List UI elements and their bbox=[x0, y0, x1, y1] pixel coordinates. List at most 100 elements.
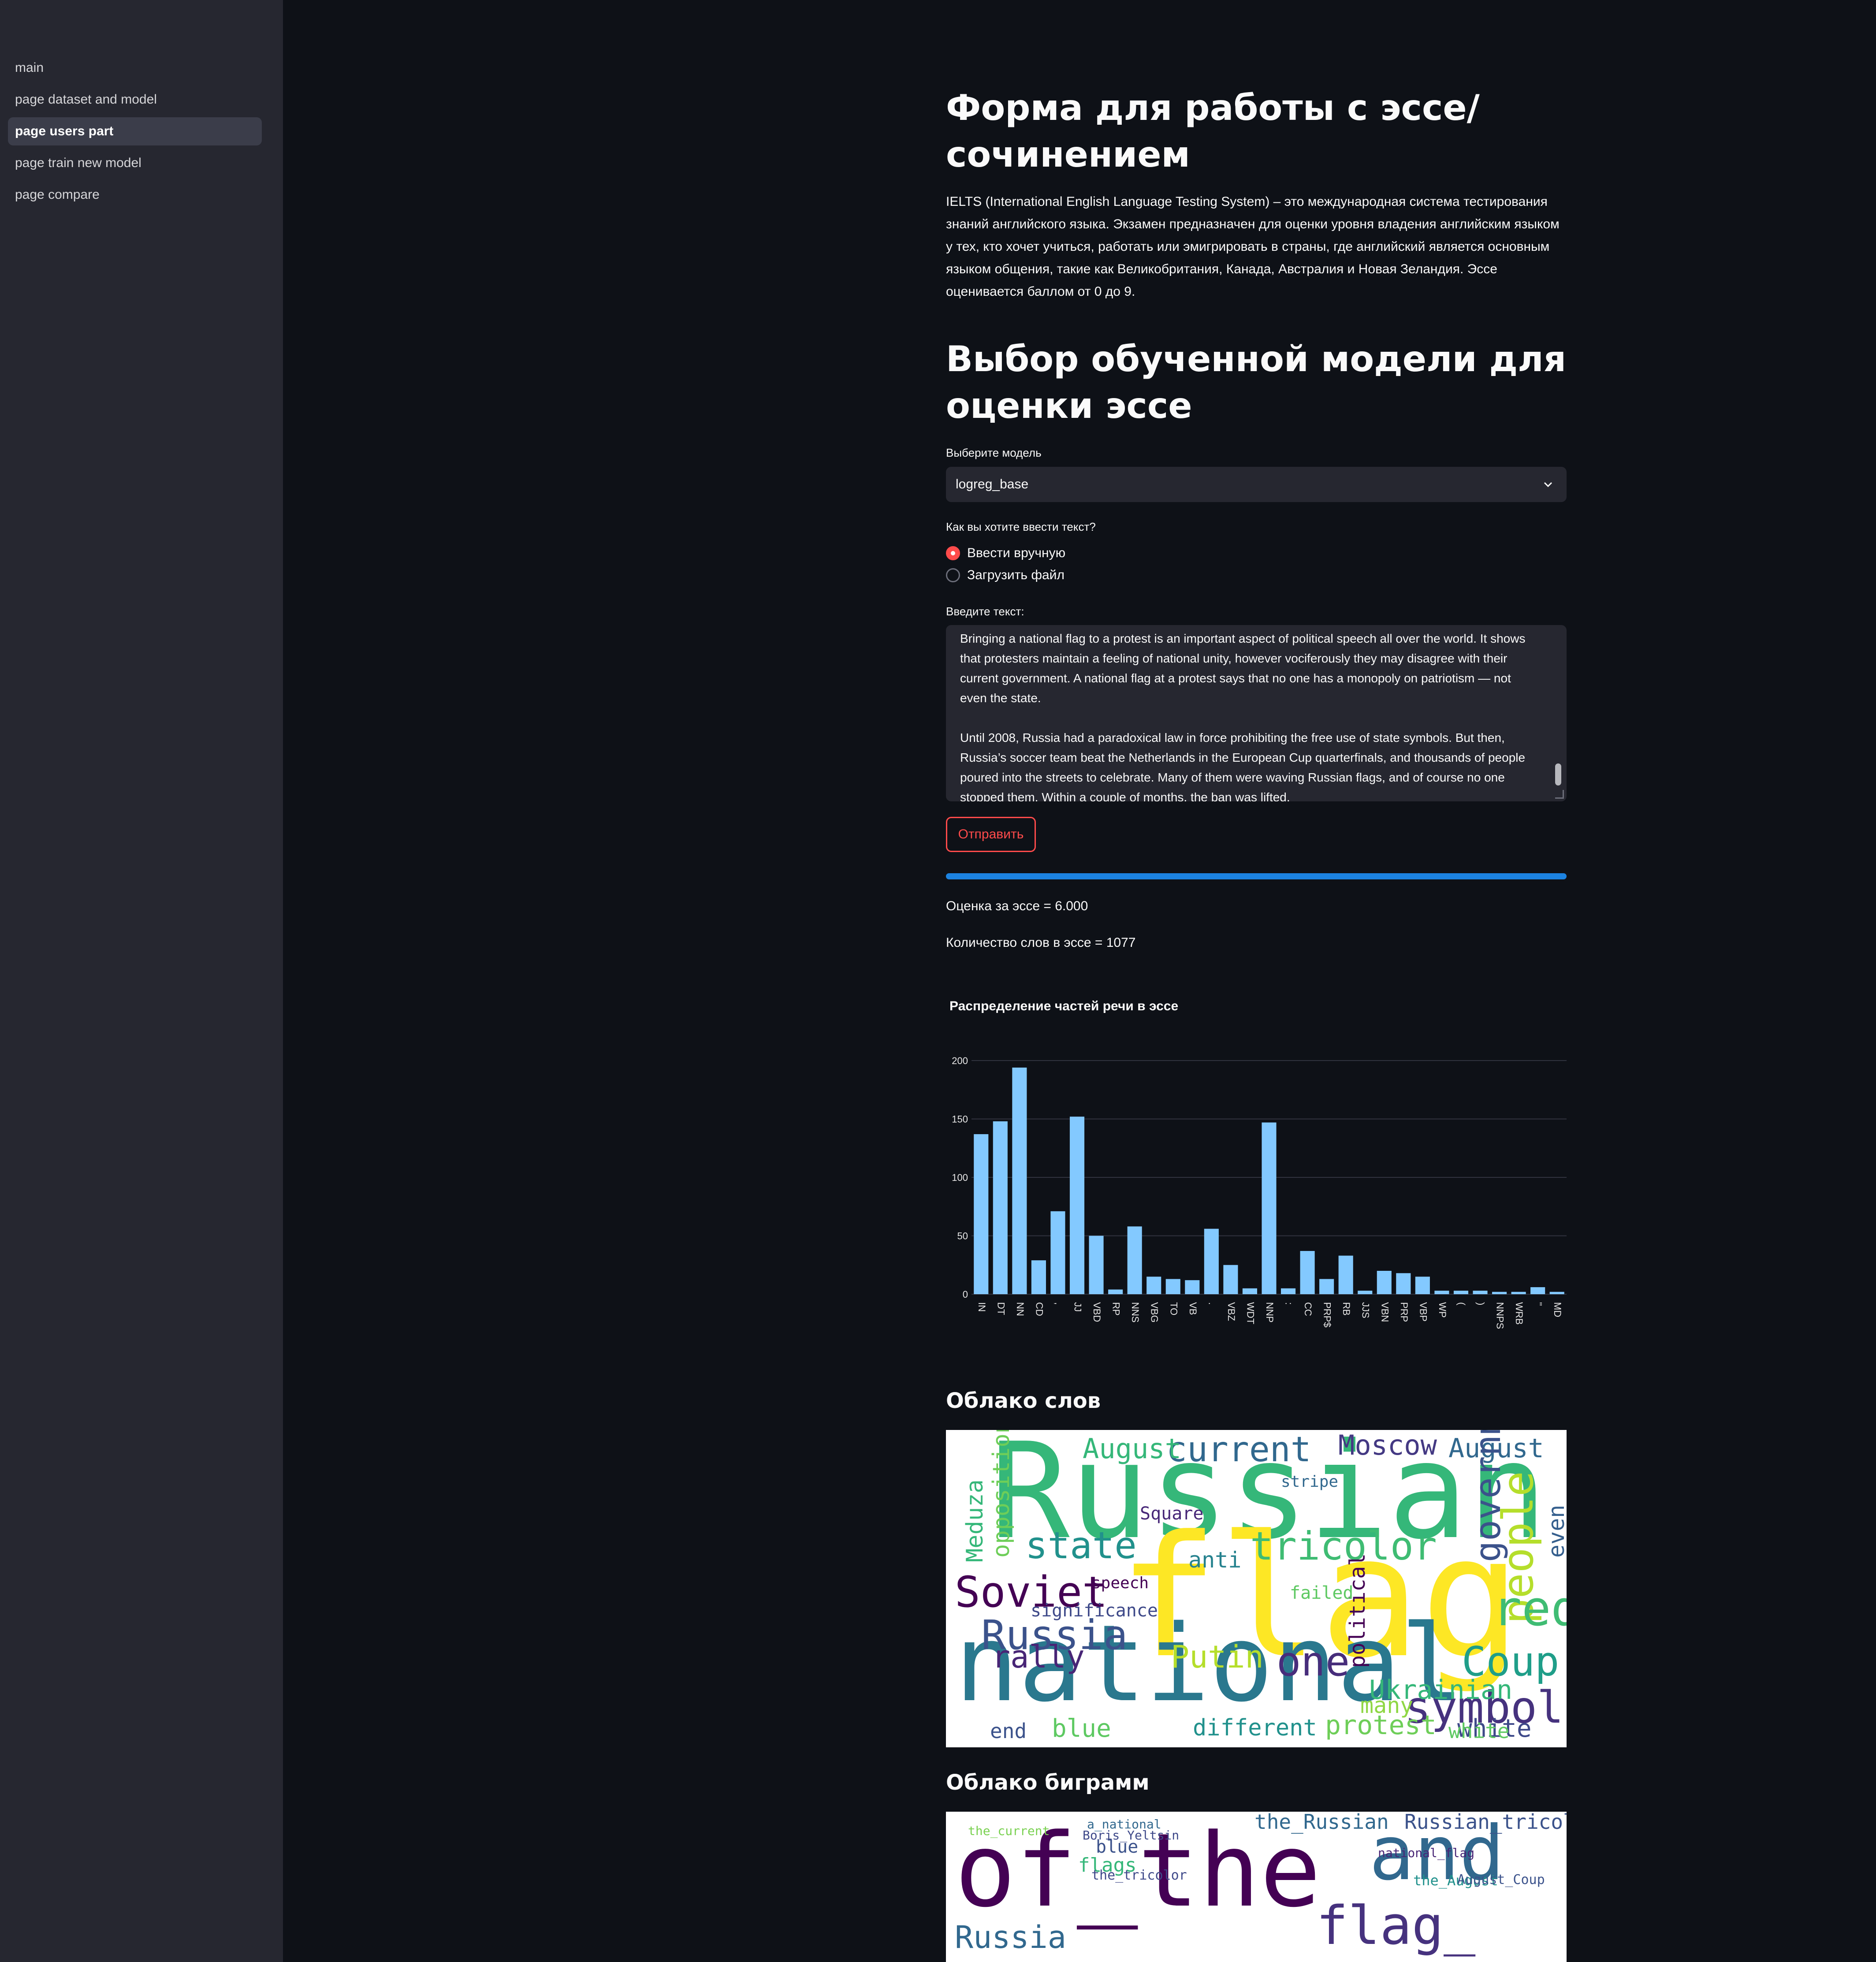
x-tick-label: TO bbox=[1168, 1302, 1179, 1315]
x-tick-label: MD bbox=[1552, 1302, 1563, 1317]
cloud-word: tricolor bbox=[1250, 1523, 1437, 1569]
bar bbox=[1396, 1273, 1411, 1294]
sidebar-item-users-part[interactable]: page users part bbox=[8, 117, 262, 145]
bar bbox=[1358, 1291, 1373, 1294]
cloud-word: white bbox=[1448, 1719, 1510, 1743]
cloud-word: the_current bbox=[968, 1824, 1050, 1838]
x-tick-label: VBP bbox=[1418, 1302, 1429, 1322]
wordcloud-image: Russian flag national current Moscow August Au… bbox=[946, 1430, 1567, 1747]
sidebar-item-compare[interactable]: page compare bbox=[8, 181, 262, 209]
cloud-word: national_flag bbox=[1378, 1846, 1475, 1860]
cloud-word: significance bbox=[1031, 1601, 1158, 1621]
cloud-word: one bbox=[1277, 1638, 1350, 1685]
cloud-word: end bbox=[990, 1719, 1027, 1743]
x-tick-label: PRP$ bbox=[1322, 1302, 1333, 1327]
intro-paragraph: IELTS (International English Language Te… bbox=[946, 194, 1560, 299]
model-select[interactable]: logreg_base bbox=[946, 467, 1567, 502]
essay-paragraph-1: Bringing a national flag to a protest is… bbox=[960, 632, 1526, 705]
cloud-word: different bbox=[1193, 1715, 1317, 1741]
x-tick-label: WP bbox=[1437, 1302, 1448, 1318]
bar bbox=[1165, 1279, 1180, 1294]
page-title: Форма для работы с эссе/ сочинением bbox=[946, 87, 1480, 175]
bar bbox=[1262, 1122, 1277, 1294]
cloud-word: Russia bbox=[955, 1919, 1066, 1955]
cloud-word: many bbox=[1360, 1693, 1414, 1718]
cloud-word: Putin bbox=[1171, 1639, 1264, 1675]
x-tick-label: RB bbox=[1341, 1302, 1352, 1316]
y-tick-label: 150 bbox=[952, 1114, 968, 1125]
cloud-word: red bbox=[1493, 1580, 1567, 1637]
cloud-word: Square bbox=[1140, 1504, 1204, 1524]
x-tick-label: RP bbox=[1111, 1302, 1122, 1316]
chevron-down-icon bbox=[1544, 482, 1552, 488]
x-tick-label: DT bbox=[995, 1302, 1006, 1315]
cloud-word: anti bbox=[1188, 1547, 1242, 1573]
radio-option-upload[interactable]: Загрузить файл bbox=[946, 564, 1567, 586]
bar bbox=[1127, 1226, 1142, 1294]
radio-manual-checked[interactable] bbox=[946, 546, 960, 560]
x-tick-label: WRB bbox=[1514, 1302, 1525, 1325]
x-tick-label: VBZ bbox=[1226, 1302, 1237, 1321]
essay-score: Оценка за эссе = 6.000 bbox=[946, 899, 1088, 913]
cloud-word: even bbox=[1544, 1504, 1567, 1558]
sidebar-item-dataset-and-model[interactable]: page dataset and model bbox=[8, 86, 262, 114]
sidebar-item-main[interactable]: main bbox=[8, 54, 262, 82]
cloud-word: government bbox=[1467, 1430, 1508, 1562]
x-tick-label: VB bbox=[1187, 1302, 1199, 1315]
x-tick-label: CC bbox=[1303, 1302, 1314, 1316]
bar bbox=[1300, 1251, 1315, 1294]
x-tick-label: WDT bbox=[1245, 1302, 1256, 1324]
submit-button[interactable]: Отправить bbox=[946, 817, 1036, 852]
bar bbox=[993, 1121, 1008, 1294]
bar bbox=[1242, 1288, 1257, 1294]
wordcloud-title: Облако слов bbox=[946, 1389, 1101, 1413]
model-select-value: logreg_base bbox=[956, 477, 1029, 491]
cloud-word: stripe bbox=[1281, 1473, 1339, 1491]
textarea-resize-handle[interactable] bbox=[1555, 790, 1564, 799]
essay-paragraph-2: Until 2008, Russia had a paradoxical law… bbox=[960, 731, 1526, 801]
x-tick-label: CD bbox=[1034, 1302, 1045, 1316]
bar bbox=[1549, 1292, 1564, 1294]
bar bbox=[1415, 1277, 1430, 1294]
cloud-word: rally bbox=[992, 1639, 1085, 1675]
radio-upload-unchecked[interactable] bbox=[946, 568, 960, 582]
x-tick-label: NNS bbox=[1130, 1302, 1141, 1322]
bar bbox=[1530, 1287, 1545, 1294]
x-tick-label: : bbox=[1284, 1302, 1295, 1305]
y-tick-label: 100 bbox=[952, 1172, 968, 1183]
y-tick-label: 50 bbox=[957, 1231, 968, 1242]
bar bbox=[1223, 1265, 1238, 1294]
bar bbox=[1050, 1211, 1065, 1294]
x-tick-label: VBD bbox=[1091, 1302, 1102, 1322]
bar bbox=[1338, 1255, 1353, 1294]
bar bbox=[1069, 1117, 1085, 1294]
bar bbox=[1434, 1291, 1449, 1294]
cloud-word: August_Coup bbox=[1457, 1872, 1545, 1888]
cloud-word: the_Russian bbox=[1254, 1812, 1389, 1834]
cloud-word: current bbox=[1166, 1430, 1311, 1470]
cloud-word: blue bbox=[1052, 1714, 1111, 1743]
cloud-word: flag_ bbox=[1316, 1895, 1476, 1957]
model-section-title: Выбор обученной модели для оценки эссе bbox=[946, 339, 1567, 426]
x-tick-label: VBN bbox=[1379, 1302, 1390, 1322]
cloud-word: Russian_tricolor bbox=[1404, 1812, 1567, 1834]
x-tick-label: ) bbox=[1475, 1302, 1486, 1305]
x-tick-label: IN bbox=[976, 1302, 987, 1312]
bar bbox=[1146, 1277, 1161, 1294]
radio-label-upload: Загрузить файл bbox=[967, 568, 1065, 582]
input-mode-radio-group: Ввести вручную Загрузить файл bbox=[946, 542, 1567, 586]
radio-option-manual[interactable]: Ввести вручную bbox=[946, 542, 1567, 564]
textarea-scrollbar[interactable] bbox=[1555, 763, 1561, 786]
bar bbox=[1377, 1271, 1392, 1294]
x-tick-label: NNPS bbox=[1495, 1302, 1506, 1329]
cloud-word: state bbox=[1025, 1524, 1137, 1567]
cloud-word: the_tricolor bbox=[1091, 1868, 1187, 1883]
bar bbox=[1031, 1260, 1046, 1294]
bigramcloud-title: Облако биграмм bbox=[946, 1770, 1150, 1795]
radio-label-manual: Ввести вручную bbox=[967, 546, 1066, 560]
bar bbox=[974, 1134, 989, 1294]
bar bbox=[1108, 1289, 1123, 1294]
essay-text-area[interactable]: Bringing a national flag to a protest is… bbox=[946, 625, 1567, 801]
sidebar-item-train-new-model[interactable]: page train new model bbox=[8, 149, 262, 177]
x-tick-label: VBG bbox=[1149, 1302, 1160, 1322]
